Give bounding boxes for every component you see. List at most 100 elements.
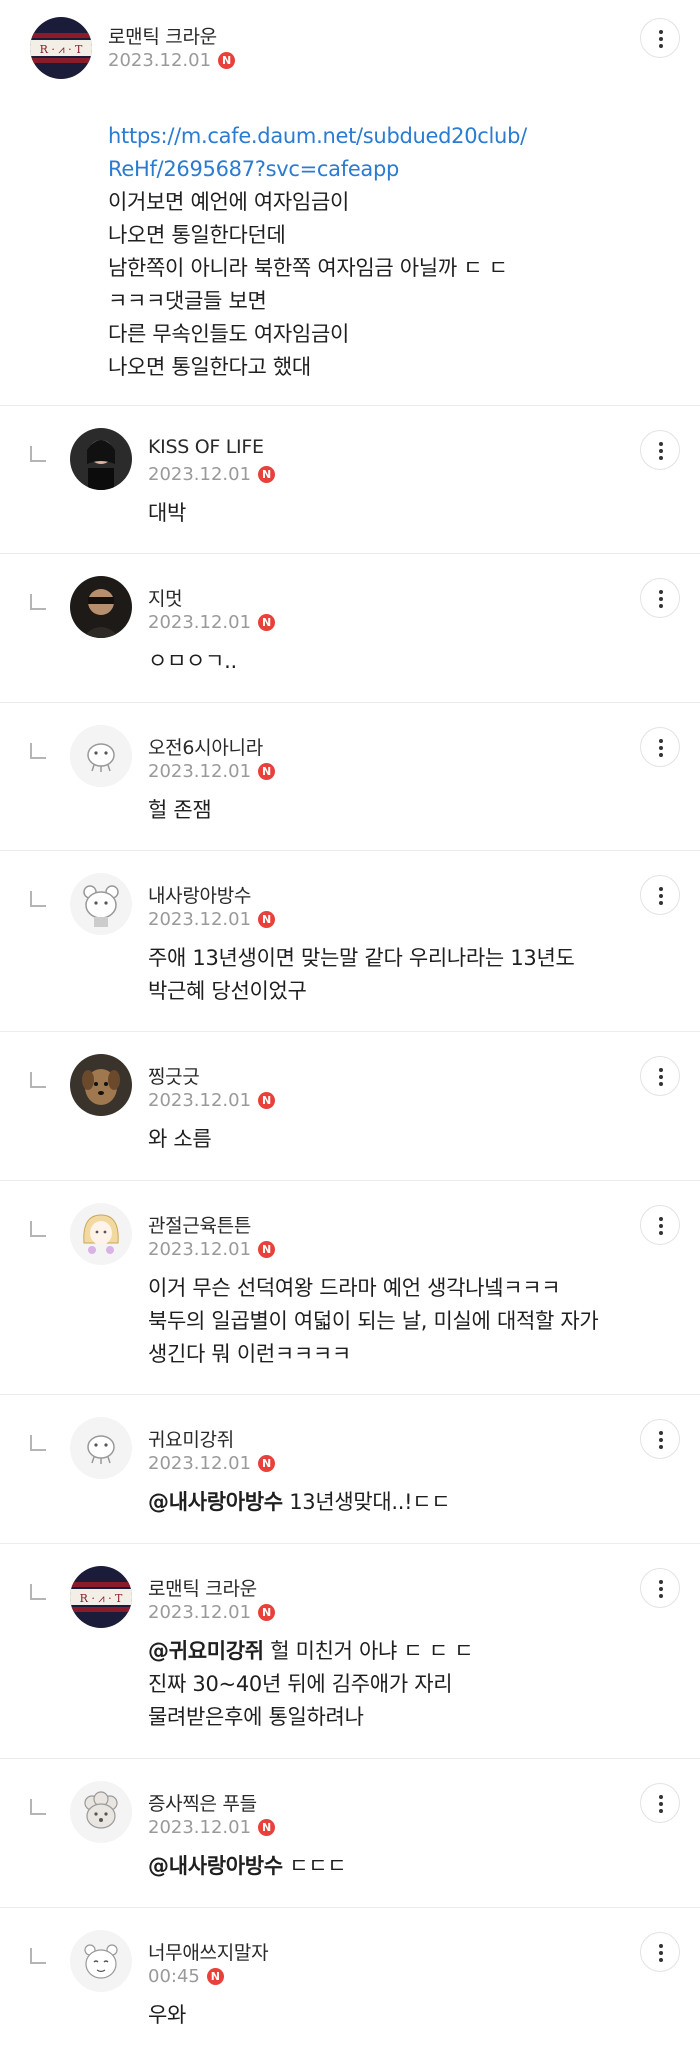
comment-nickname[interactable]: 지멋 — [148, 584, 183, 611]
avatar[interactable] — [70, 1930, 132, 1992]
poodle-character-icon — [70, 1781, 132, 1843]
comment-date-row: 2023.12.01 N — [148, 761, 276, 782]
reply-item: 너무애쓰지말자 00:45 N 우와 — [0, 1908, 700, 2048]
comment-date-row: 2023.12.01 N — [108, 50, 236, 71]
more-options-button[interactable] — [640, 1783, 680, 1823]
reply-item: 귀요미강쥐 2023.12.01 N @내사랑아방수 13년생맞대..!ㄷㄷ — [0, 1395, 700, 1544]
comment-nickname[interactable]: 오전6시아니라 — [148, 733, 263, 760]
comment-nickname[interactable]: 귀요미강쥐 — [148, 1425, 234, 1452]
more-options-button[interactable] — [640, 1568, 680, 1608]
reply-item: 지멋 2023.12.01 N ㅇㅁㅇㄱ.. — [0, 554, 700, 703]
comment-nickname[interactable]: 증사찍은 푸들 — [148, 1789, 257, 1816]
comment-date-row: 2023.12.01 N — [148, 1602, 276, 1623]
comment-link[interactable]: https://m.cafe.daum.net/subdued20club/Re… — [108, 124, 527, 181]
comment-body: 주애 13년생이면 맞는말 같다 우리나라는 13년도 박근혜 당선이었구 — [148, 946, 575, 1003]
more-options-button[interactable] — [640, 727, 680, 767]
more-options-button[interactable] — [640, 430, 680, 470]
comment-nickname[interactable]: KISS OF LIFE — [148, 436, 264, 458]
reply-item: 증사찍은 푸들 2023.12.01 N @내사랑아방수 ㄷㄷㄷ — [0, 1759, 700, 1908]
hamster-character-icon — [70, 1930, 132, 1992]
comment-date: 2023.12.01 — [148, 761, 252, 782]
avatar[interactable] — [70, 1054, 132, 1116]
more-options-button[interactable] — [640, 18, 680, 58]
comment-nickname[interactable]: 찡긋긋 — [148, 1062, 200, 1089]
comment-date: 2023.12.01 — [148, 909, 252, 930]
comment-nickname[interactable]: 로맨틱 크라운 — [108, 22, 217, 49]
avatar[interactable] — [70, 873, 132, 935]
comment-nickname[interactable]: 너무애쓰지말자 — [148, 1938, 269, 1965]
avatar[interactable] — [70, 1781, 132, 1843]
reply-item: R · ⩘ · T 로맨틱 크라운 2023.12.01 N @귀요미강쥐 헐 … — [0, 1544, 700, 1759]
comment-body: ㅇㅁㅇㄱ.. — [148, 649, 237, 673]
reply-item: 찡긋긋 2023.12.01 N 와 소름 — [0, 1032, 700, 1181]
comment-body: 헐 존잼 — [148, 798, 212, 822]
comment-date: 2023.12.01 — [148, 612, 252, 633]
new-badge-icon: N — [258, 1604, 276, 1621]
comment-date: 2023.12.01 — [148, 1817, 252, 1838]
rmt-logo-icon: R · ⩘ · T — [40, 43, 83, 56]
comment-body: 대박 — [148, 501, 187, 525]
comment-date: 2023.12.01 — [148, 1453, 252, 1474]
comment-nickname[interactable]: 내사랑아방수 — [148, 881, 251, 908]
reply-item: 오전6시아니라 2023.12.01 N 헐 존잼 — [0, 703, 700, 851]
comment-date-row: 2023.12.01 N — [148, 1453, 276, 1474]
photo-avatar-icon — [70, 576, 132, 638]
comment-date-row: 2023.12.01 N — [148, 909, 276, 930]
reply-indicator-icon — [30, 1221, 46, 1237]
avatar[interactable] — [70, 428, 132, 490]
new-badge-icon: N — [258, 614, 276, 631]
comment-text: https://m.cafe.daum.net/subdued20club/Re… — [108, 87, 668, 186]
reply-indicator-icon — [30, 594, 46, 610]
reply-indicator-icon — [30, 1435, 46, 1451]
new-badge-icon: N — [258, 466, 276, 483]
avatar[interactable] — [70, 1203, 132, 1265]
more-options-button[interactable] — [640, 1056, 680, 1096]
bear-character-icon — [70, 873, 132, 935]
reply-indicator-icon — [30, 1584, 46, 1600]
avatar[interactable] — [70, 1417, 132, 1479]
more-options-button[interactable] — [640, 1932, 680, 1972]
reply-indicator-icon — [30, 891, 46, 907]
comment-date: 2023.12.01 — [148, 1090, 252, 1111]
more-options-button[interactable] — [640, 875, 680, 915]
comment-body: 이거보면 예언에 여자임금이 나오면 통일한다던데 남한쪽이 아니라 북한쪽 여… — [108, 190, 508, 379]
mention-link[interactable]: @내사랑아방수 — [148, 1490, 283, 1514]
reply-indicator-icon — [30, 1072, 46, 1088]
avatar[interactable]: R · ⩘ · T — [30, 17, 92, 79]
dog-photo-icon — [70, 1054, 132, 1116]
comment-nickname[interactable]: 로맨틱 크라운 — [148, 1574, 257, 1601]
comment-date: 2023.12.01 — [148, 1239, 252, 1260]
new-badge-icon: N — [258, 1455, 276, 1472]
comment-text: ㄷㄷㄷ — [282, 1854, 347, 1878]
reply-indicator-icon — [30, 1948, 46, 1964]
comment-body: 와 소름 — [148, 1127, 212, 1151]
comment-body: @귀요미강쥐 헐 미친거 아냐 ㄷ ㄷ ㄷ 진짜 30~40년 뒤에 김주애가 … — [148, 1635, 688, 1734]
avatar[interactable] — [70, 576, 132, 638]
default-character-icon — [70, 1417, 132, 1479]
reply-item: 내사랑아방수 2023.12.01 N 주애 13년생이면 맞는말 같다 우리나… — [0, 851, 700, 1032]
reply-item: KISS OF LIFE 2023.12.01 N 대박 — [0, 406, 700, 554]
comment-date: 00:45 — [148, 1966, 200, 1987]
girl-character-icon — [70, 1203, 132, 1265]
more-options-button[interactable] — [640, 1419, 680, 1459]
mention-link[interactable]: @내사랑아방수 — [148, 1854, 283, 1878]
reply-indicator-icon — [30, 743, 46, 759]
comment-body: @내사랑아방수 13년생맞대..!ㄷㄷ — [148, 1486, 668, 1519]
comment-body: @내사랑아방수 ㄷㄷㄷ — [148, 1850, 668, 1883]
comment-date-row: 2023.12.01 N — [148, 1817, 276, 1838]
avatar[interactable] — [70, 725, 132, 787]
new-badge-icon: N — [258, 911, 276, 928]
avatar[interactable]: R · ⩘ · T — [70, 1566, 132, 1628]
mention-link[interactable]: @귀요미강쥐 — [148, 1639, 264, 1663]
new-badge-icon: N — [258, 1819, 276, 1836]
more-options-button[interactable] — [640, 578, 680, 618]
more-options-button[interactable] — [640, 1205, 680, 1245]
comment-date-row: 2023.12.01 N — [148, 1090, 276, 1111]
reply-indicator-icon — [30, 1799, 46, 1815]
comment-text: 13년생맞대..!ㄷㄷ — [282, 1490, 451, 1514]
comment-body: 우와 — [148, 2003, 187, 2027]
comment-date-row: 2023.12.01 N — [148, 464, 276, 485]
comment-date-row: 2023.12.01 N — [148, 1239, 276, 1260]
comment-nickname[interactable]: 관절근육튼튼 — [148, 1211, 251, 1238]
reply-indicator-icon — [30, 446, 46, 462]
